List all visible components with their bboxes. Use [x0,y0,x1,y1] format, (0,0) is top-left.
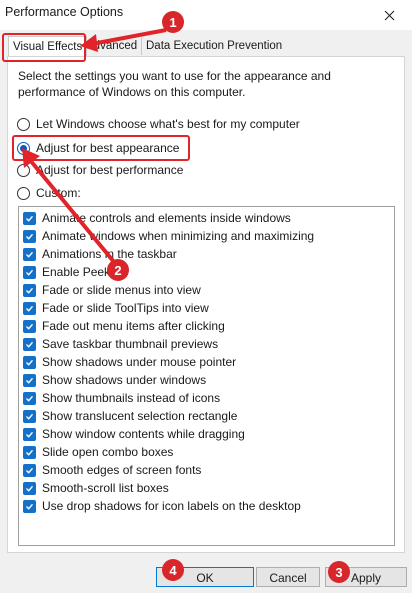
list-item[interactable]: Animate controls and elements inside win… [23,209,291,227]
list-item[interactable]: Show shadows under mouse pointer [23,353,236,371]
visual-effects-list[interactable]: Animate controls and elements inside win… [18,206,395,546]
checkbox[interactable] [23,355,36,369]
list-item-label: Animate controls and elements inside win… [42,211,291,225]
radio-best-performance[interactable]: Adjust for best performance [17,161,183,179]
list-item[interactable]: Show shadows under windows [23,371,206,389]
list-item[interactable]: Show window contents while dragging [23,425,245,443]
visual-effects-panel: Select the settings you want to use for … [7,56,405,553]
list-item[interactable]: Slide open combo boxes [23,443,173,461]
annotation-badge-3: 3 [328,561,350,583]
check-icon [26,413,34,420]
checkbox[interactable] [23,247,36,261]
check-icon [26,341,34,348]
checkbox[interactable] [23,301,36,315]
checkbox[interactable] [23,229,36,243]
checkbox[interactable] [23,427,36,441]
highlight-best-appearance [12,135,190,161]
tab-data-execution-prevention[interactable]: Data Execution Prevention [141,38,286,55]
list-item[interactable]: Animate windows when minimizing and maxi… [23,227,314,245]
checkbox[interactable] [23,211,36,225]
annotation-badge-1: 1 [162,11,184,33]
checkbox[interactable] [23,499,36,513]
check-icon [26,233,34,240]
check-icon [26,431,34,438]
check-icon [26,287,34,294]
radio-label: Let Windows choose what's best for my co… [36,117,300,131]
check-icon [26,251,34,258]
list-item[interactable]: Smooth-scroll list boxes [23,479,169,497]
list-item-label: Show thumbnails instead of icons [42,391,221,405]
list-item[interactable]: Smooth edges of screen fonts [23,461,201,479]
check-icon [26,305,34,312]
list-item[interactable]: Animations in the taskbar [23,245,177,263]
highlight-visual-effects-tab [2,33,86,62]
list-item[interactable]: Show translucent selection rectangle [23,407,237,425]
list-item-label: Slide open combo boxes [42,445,174,459]
check-icon [26,485,34,492]
list-item-label: Save taskbar thumbnail previews [42,337,219,351]
tab-advanced[interactable]: Advanced [82,38,141,55]
checkbox[interactable] [23,337,36,351]
radio-button[interactable] [17,186,30,200]
close-button[interactable] [366,0,412,30]
checkbox[interactable] [23,463,36,477]
checkbox[interactable] [23,265,36,279]
radio-button[interactable] [17,163,30,177]
checkbox[interactable] [23,319,36,333]
check-icon [26,323,34,330]
cancel-button[interactable]: Cancel [256,567,320,587]
check-icon [26,269,34,276]
radio-button[interactable] [17,117,30,131]
check-icon [26,377,34,384]
check-icon [26,395,34,402]
close-icon [384,10,394,20]
checkbox[interactable] [23,283,36,297]
radio-let-windows-choose[interactable]: Let Windows choose what's best for my co… [17,115,300,133]
checkbox[interactable] [23,391,36,405]
performance-options-window: Performance Options Advanced Data Execut… [0,0,412,593]
list-item-label: Show translucent selection rectangle [42,409,238,423]
list-item-label: Smooth-scroll list boxes [42,481,169,495]
check-icon [26,467,34,474]
list-item-label: Use drop shadows for icon labels on the … [42,499,301,513]
radio-label: Adjust for best performance [36,163,184,177]
list-item-label: Show shadows under windows [42,373,207,387]
list-item-label: Fade or slide menus into view [42,283,201,297]
checkbox[interactable] [23,409,36,423]
list-item-label: Fade or slide ToolTips into view [42,301,209,315]
list-item[interactable]: Fade out menu items after clicking [23,317,225,335]
check-icon [26,359,34,366]
list-item[interactable]: Fade or slide ToolTips into view [23,299,209,317]
list-item[interactable]: Show thumbnails instead of icons [23,389,220,407]
checkbox[interactable] [23,373,36,387]
radio-label: Custom: [36,186,81,200]
checkbox[interactable] [23,445,36,459]
check-icon [26,449,34,456]
list-item-label: Show window contents while dragging [42,427,245,441]
list-item-label: Enable Peek [42,265,111,279]
list-item[interactable]: Save taskbar thumbnail previews [23,335,218,353]
list-item-label: Animations in the taskbar [42,247,177,261]
list-item-label: Show shadows under mouse pointer [42,355,237,369]
annotation-badge-2: 2 [107,259,129,281]
list-item[interactable]: Fade or slide menus into view [23,281,201,299]
list-item[interactable]: Use drop shadows for icon labels on the … [23,497,301,515]
checkbox[interactable] [23,481,36,495]
radio-custom[interactable]: Custom: [17,184,81,202]
list-item[interactable]: Enable Peek [23,263,110,281]
title-bar: Performance Options [0,0,412,30]
description-text: Select the settings you want to use for … [18,69,331,99]
list-item-label: Animate windows when minimizing and maxi… [42,229,315,243]
list-item-label: Smooth edges of screen fonts [42,463,202,477]
annotation-badge-4: 4 [162,559,184,581]
list-item-label: Fade out menu items after clicking [42,319,225,333]
check-icon [26,503,34,510]
check-icon [26,215,34,222]
window-title: Performance Options [5,5,124,19]
